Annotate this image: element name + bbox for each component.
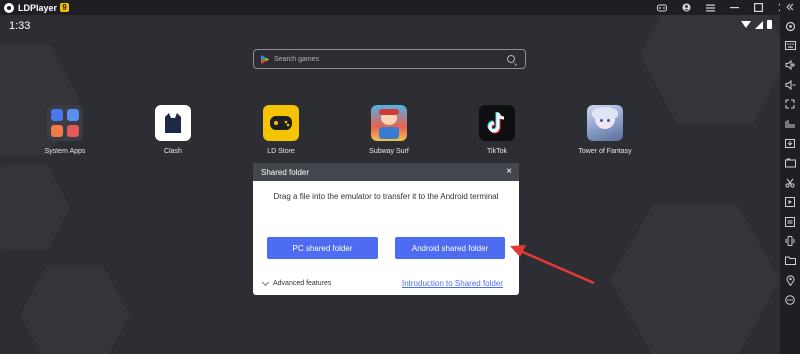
app-label: Tower of Fantasy [578,148,632,155]
gamepad-icon[interactable] [650,0,674,15]
dialog-title: Shared folder [261,167,310,177]
settings-icon[interactable] [784,21,796,33]
intro-shared-folder-link[interactable]: Introduction to Shared folder [402,279,503,288]
signal-icon [755,20,763,29]
right-toolbar [780,0,800,354]
keyboard-icon[interactable] [784,41,796,53]
subway-surf-icon [371,105,407,141]
ld-store-icon [263,105,299,141]
more-icon[interactable] [784,295,796,307]
advanced-features-toggle[interactable]: Advanced features [261,278,332,287]
android-status-bar: 1:33 [0,15,780,37]
ldplayer-logo-icon [4,2,14,13]
status-clock: 1:33 [9,20,31,32]
operation-record-icon[interactable] [784,197,796,209]
title-bar: LDPlayer 9 [0,0,800,15]
app-label: Subway Surf [369,148,409,155]
google-play-icon [261,54,269,64]
advanced-features-label: Advanced features [273,280,332,287]
battery-icon [767,20,772,29]
background-hexagon [610,205,780,354]
app-label: System Apps [44,148,86,155]
status-icons [741,20,772,29]
search-placeholder: Search games [274,55,320,63]
app-tiktok[interactable]: TikTok [462,105,532,155]
android-shared-folder-button[interactable]: Android shared folder [395,237,505,259]
app-ld-store[interactable]: LD Store [246,105,316,155]
search-games-bar[interactable]: Search games [253,49,526,69]
fullscreen-icon[interactable] [784,99,796,111]
close-icon[interactable]: × [506,166,512,177]
window-controls [650,0,794,15]
background-hexagon [0,165,70,250]
shared-folder-dialog: Shared folder × Drag a file into the emu… [253,163,519,295]
volume-up-icon[interactable] [784,59,796,72]
menu-icon[interactable] [698,0,722,15]
pc-shared-folder-button[interactable]: PC shared folder [267,237,378,259]
apk-install-icon[interactable] [784,138,796,150]
system-apps-folder-icon [47,105,83,141]
app-label: LD Store [267,148,295,155]
scissors-icon[interactable] [784,178,796,190]
app-name: LDPlayer [18,2,58,13]
app-label: Clash [164,148,182,155]
chevron-down-icon [261,278,270,286]
dialog-header: Shared folder × [253,163,519,181]
maximize-icon[interactable] [746,0,770,15]
double-chevron-left-icon[interactable] [784,2,796,14]
dialog-message: Drag a file into the emulator to transfe… [273,192,499,201]
account-icon[interactable] [674,0,698,15]
app-label: TikTok [487,148,507,155]
shake-icon[interactable] [784,236,796,248]
sync-icon[interactable] [784,217,796,229]
app-subway-surf[interactable]: Subway Surf [354,105,424,155]
app-tower-of-fantasy[interactable]: Tower of Fantasy [570,105,640,155]
app-clash[interactable]: Clash [138,105,208,155]
tower-of-fantasy-icon [587,105,623,141]
background-hexagon [20,265,130,354]
version-badge: 9 [60,3,70,12]
minimize-icon[interactable] [722,0,746,15]
search-icon[interactable] [507,55,515,63]
emulator-screen[interactable]: 1:33 Search games System Apps Clash LD S… [0,15,780,354]
screenshot-icon[interactable] [784,119,796,131]
tiktok-icon [479,105,515,141]
volume-down-icon[interactable] [784,79,796,92]
clash-cat-icon [155,105,191,141]
wifi-icon [741,21,751,28]
app-system-apps[interactable]: System Apps [30,105,100,155]
location-icon[interactable] [784,275,796,287]
record-icon[interactable] [784,158,796,170]
folder-icon[interactable] [784,256,796,268]
app-logo: LDPlayer 9 [4,0,70,15]
